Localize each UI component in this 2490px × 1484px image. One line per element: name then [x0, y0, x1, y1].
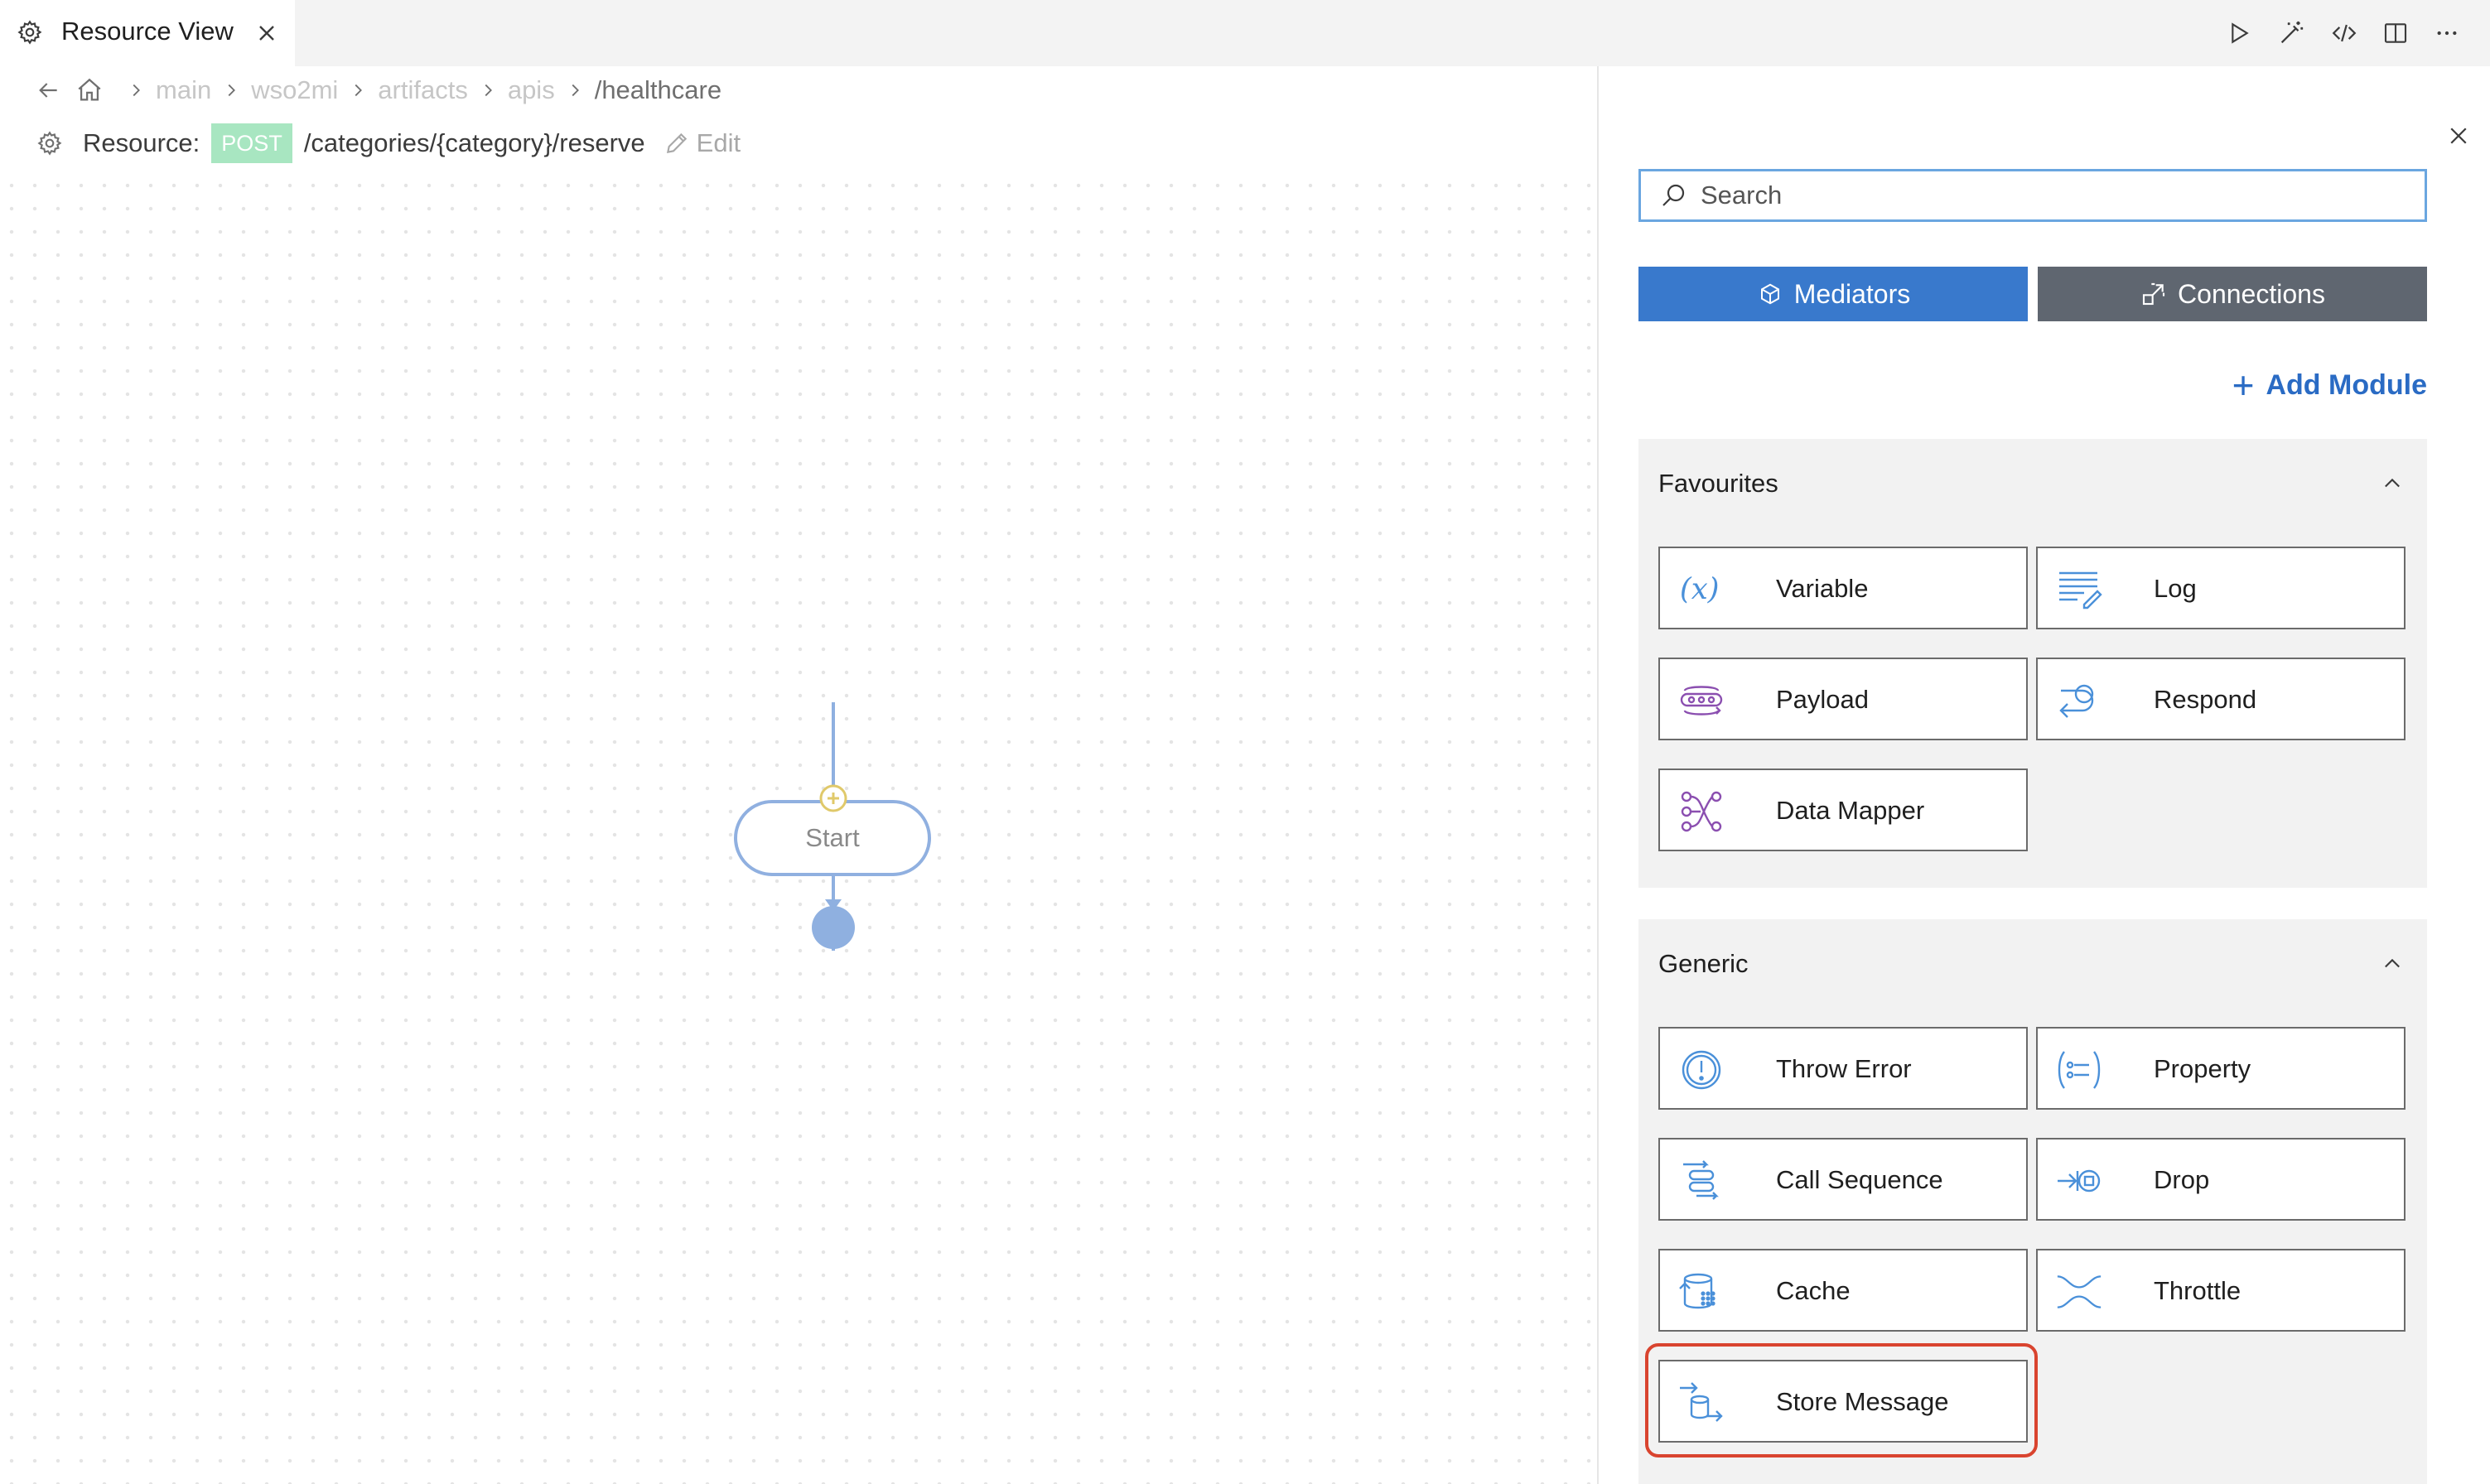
mediator-data-mapper[interactable]: Data Mapper	[1658, 768, 2028, 851]
tab-bar: Resource View	[0, 0, 2490, 66]
plus-icon: +	[2232, 364, 2255, 407]
tab-connections[interactable]: Connections	[2038, 267, 2427, 321]
mediator-label: Data Mapper	[1776, 796, 1925, 825]
diagram-canvas[interactable]: Start	[0, 174, 1597, 1484]
mediator-throttle[interactable]: Throttle	[2036, 1249, 2406, 1332]
gear-icon	[35, 128, 65, 158]
chevron-right-icon	[562, 77, 588, 104]
mediator-label: Call Sequence	[1776, 1165, 1943, 1194]
section-title-favourites: Favourites	[1658, 469, 1778, 498]
tab-mediators[interactable]: Mediators	[1638, 267, 2028, 321]
throw-error-icon	[1678, 1048, 1725, 1091]
mediator-label: Log	[2154, 574, 2197, 603]
drop-icon	[2056, 1159, 2102, 1202]
chevron-right-icon	[123, 77, 149, 104]
code-icon[interactable]	[2328, 17, 2361, 50]
search-input[interactable]	[1701, 181, 2396, 210]
breadcrumb-item-healthcare: /healthcare	[594, 75, 722, 104]
search-box[interactable]	[1638, 169, 2427, 222]
chevron-up-icon[interactable]	[2377, 949, 2407, 979]
end-node[interactable]	[812, 906, 855, 949]
close-icon[interactable]	[2442, 119, 2475, 152]
mediator-log[interactable]: Log	[2036, 547, 2406, 629]
section-title-generic: Generic	[1658, 949, 1749, 978]
split-editor-icon[interactable]	[2379, 17, 2412, 50]
mediator-label: Variable	[1776, 574, 1869, 603]
mediator-call-sequence[interactable]: Call Sequence	[1658, 1138, 2028, 1221]
mediator-label: Payload	[1776, 685, 1870, 714]
run-icon[interactable]	[2222, 17, 2255, 50]
chevron-right-icon	[345, 77, 371, 104]
edit-button[interactable]: Edit	[664, 128, 741, 158]
variable-icon: (x)	[1678, 568, 1725, 611]
payload-icon	[1678, 679, 1725, 722]
svg-text:(x): (x)	[1680, 572, 1720, 606]
add-step-plus-icon[interactable]	[818, 783, 848, 813]
cache-icon	[1678, 1270, 1725, 1313]
highlight-annotation	[1645, 1343, 2038, 1458]
mediator-label: Property	[2154, 1054, 2251, 1083]
section-favourites: Favourites (x) Variable Log Payload Resp…	[1638, 439, 2427, 888]
close-tab-icon[interactable]	[253, 20, 280, 46]
search-icon	[1658, 180, 1689, 211]
mediator-label: Cache	[1776, 1276, 1851, 1305]
mediator-variable[interactable]: (x) Variable	[1658, 547, 2028, 629]
breadcrumb-item-artifacts[interactable]: artifacts	[378, 75, 468, 105]
cube-icon	[1756, 280, 1784, 308]
method-badge: POST	[211, 123, 292, 163]
respond-icon	[2056, 679, 2102, 722]
mediator-respond[interactable]: Respond	[2036, 658, 2406, 740]
mediator-cache[interactable]: Cache	[1658, 1249, 2028, 1332]
tab-connections-label: Connections	[2178, 278, 2325, 309]
mediator-label: Throttle	[2154, 1276, 2241, 1305]
property-icon	[2056, 1048, 2102, 1091]
resource-label: Resource:	[83, 128, 200, 157]
resource-header: Resource: POST /categories/{category}/re…	[35, 123, 741, 164]
breadcrumb: main wso2mi artifacts apis /healthcare	[33, 73, 721, 108]
magic-wand-icon[interactable]	[2275, 17, 2308, 50]
chevron-right-icon	[475, 77, 501, 104]
call-sequence-icon	[1678, 1159, 1725, 1202]
breadcrumb-item-apis[interactable]: apis	[508, 75, 555, 105]
chevron-up-icon[interactable]	[2377, 469, 2407, 499]
mediator-drop[interactable]: Drop	[2036, 1138, 2406, 1221]
app-root: Resource View main wso2mi artifacts apis…	[0, 0, 2490, 1484]
resource-path: /categories/{category}/reserve	[303, 128, 645, 157]
more-icon[interactable]	[2430, 17, 2463, 50]
gear-icon	[17, 19, 43, 46]
log-icon	[2056, 568, 2102, 611]
tab-resource-view[interactable]: Resource View	[0, 0, 295, 66]
home-icon[interactable]	[75, 75, 104, 105]
tab-mediators-label: Mediators	[1793, 278, 1911, 309]
throttle-icon	[2056, 1270, 2102, 1313]
chevron-right-icon	[218, 77, 244, 104]
add-module-button[interactable]: + Add Module	[2232, 366, 2427, 404]
mediator-label: Respond	[2154, 685, 2257, 714]
breadcrumb-item-main[interactable]: main	[156, 75, 211, 105]
breadcrumb-item-wso2mi[interactable]: wso2mi	[251, 75, 338, 105]
data-mapper-icon	[1678, 790, 1725, 833]
edit-label: Edit	[696, 128, 741, 157]
mediator-palette-panel: Mediators Connections + Add Module Favou…	[1597, 66, 2490, 1484]
mediator-throw-error[interactable]: Throw Error	[1658, 1027, 2028, 1110]
mediator-property[interactable]: Property	[2036, 1027, 2406, 1110]
back-arrow-icon[interactable]	[33, 75, 63, 105]
mediator-label: Throw Error	[1776, 1054, 1912, 1083]
connector-icon	[2140, 280, 2168, 308]
add-module-label: Add Module	[2266, 369, 2427, 401]
mediator-payload[interactable]: Payload	[1658, 658, 2028, 740]
pencil-icon	[666, 132, 687, 154]
tab-title: Resource View	[61, 17, 234, 46]
mediator-label: Drop	[2154, 1165, 2210, 1194]
